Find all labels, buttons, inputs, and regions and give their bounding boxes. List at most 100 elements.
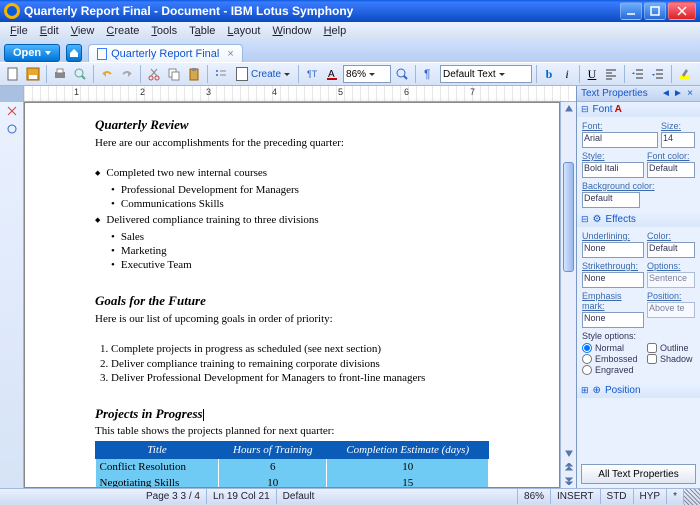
status-page[interactable]: Page 3 3 / 4 [140, 489, 207, 504]
maximize-button[interactable] [644, 2, 666, 20]
bg-color-select[interactable]: Default [582, 192, 640, 208]
radio-normal[interactable] [582, 343, 592, 353]
cut-button[interactable] [145, 65, 163, 83]
panel-next-icon[interactable]: ► [672, 88, 684, 100]
open-home-button[interactable] [66, 44, 82, 62]
left-gutter [0, 102, 24, 488]
underline-color-select[interactable]: Default [647, 242, 695, 258]
table-header: Completion Estimate (days) [327, 441, 489, 458]
prev-page-button[interactable] [561, 460, 576, 474]
bold-button[interactable]: b [541, 66, 557, 82]
list-item: Marketing [111, 244, 489, 258]
redo-button[interactable] [118, 65, 136, 83]
heading-quarterly-review: Quarterly Review [95, 117, 489, 134]
panel-prev-icon[interactable]: ◄ [660, 88, 672, 100]
size-label: Size: [661, 121, 695, 131]
print-button[interactable] [51, 65, 69, 83]
page-content[interactable]: Quarterly Review Here are our accomplish… [25, 103, 559, 488]
emphasis-pos-select[interactable]: Above te [647, 302, 695, 318]
underline-select[interactable]: None [582, 242, 644, 258]
close-button[interactable] [668, 2, 696, 20]
panel-close-icon[interactable]: × [684, 88, 696, 100]
document-tab[interactable]: Quarterly Report Final × [88, 44, 243, 62]
heading-goals: Goals for the Future [95, 293, 489, 310]
style-select[interactable]: Bold Itali [582, 162, 644, 178]
check-outline[interactable] [647, 343, 657, 353]
check-shadow[interactable] [647, 354, 657, 364]
intro-text: This table shows the projects planned fo… [95, 424, 489, 438]
section-font[interactable]: Font [577, 102, 700, 117]
status-style[interactable]: Default [277, 489, 518, 504]
strike-label: Strikethrough: [582, 261, 644, 271]
size-select[interactable]: 14 [661, 132, 695, 148]
open-button[interactable]: Open [4, 44, 60, 62]
tab-close-icon[interactable]: × [227, 48, 233, 60]
font-color-select[interactable]: Default [647, 162, 695, 178]
titlebar: Quarterly Report Final - Document - IBM … [0, 0, 700, 22]
status-hyp[interactable]: HYP [634, 489, 668, 504]
strike-options-select[interactable]: Sentence [647, 272, 695, 288]
list-item: Professional Development for Managers [111, 183, 489, 197]
paste-button[interactable] [185, 65, 203, 83]
projects-table: TitleHours of TrainingCompletion Estimat… [95, 441, 489, 488]
list-item: Completed two new internal courses [95, 166, 489, 180]
paragraph-button[interactable]: ¶ [420, 65, 438, 83]
gutter-close-icon[interactable] [5, 104, 19, 118]
zoom-fit-button[interactable] [393, 65, 411, 83]
indent-increase-button[interactable] [649, 65, 667, 83]
vertical-scrollbar[interactable] [560, 102, 576, 488]
create-dropdown[interactable]: Create [232, 65, 294, 83]
document-area[interactable]: Quarterly Review Here are our accomplish… [24, 102, 560, 488]
menu-file[interactable]: File [4, 25, 34, 37]
emphasis-label: Emphasis mark: [582, 291, 644, 311]
font-name-dropdown[interactable]: Default Text [440, 65, 532, 83]
scroll-up-button[interactable] [561, 102, 576, 116]
menu-window[interactable]: Window [266, 25, 317, 37]
scroll-thumb[interactable] [563, 162, 574, 272]
italic-button[interactable]: i [559, 66, 575, 82]
menu-view[interactable]: View [65, 25, 101, 37]
zoom-dropdown[interactable]: 86% [343, 65, 391, 83]
section-effects[interactable]: ⚙Effects [577, 212, 700, 227]
emphasis-select[interactable]: None [582, 312, 644, 328]
radio-embossed[interactable] [582, 354, 592, 364]
menu-help[interactable]: Help [318, 25, 353, 37]
indent-decrease-button[interactable] [629, 65, 647, 83]
menu-table[interactable]: Table [183, 25, 221, 37]
print-preview-button[interactable] [71, 65, 89, 83]
side-panel-title: Text Properties [581, 88, 660, 99]
undo-button[interactable] [98, 65, 116, 83]
align-left-button[interactable] [602, 65, 620, 83]
status-std[interactable]: STD [601, 489, 634, 504]
scroll-down-button[interactable] [561, 446, 576, 460]
status-zoom[interactable]: 86% [518, 489, 551, 504]
save-button[interactable] [24, 65, 42, 83]
minimize-button[interactable] [620, 2, 642, 20]
copy-button[interactable] [165, 65, 183, 83]
new-button[interactable] [4, 65, 22, 83]
table-header: Hours of Training [219, 441, 327, 458]
menu-edit[interactable]: Edit [34, 25, 65, 37]
intro-text: Here is our list of upcoming goals in or… [95, 312, 489, 326]
menu-tools[interactable]: Tools [145, 25, 183, 37]
resize-grip[interactable] [684, 489, 700, 505]
style-indicator[interactable]: ¶T [303, 65, 321, 83]
next-page-button[interactable] [561, 474, 576, 488]
status-insert[interactable]: INSERT [551, 489, 601, 504]
strike-select[interactable]: None [582, 272, 644, 288]
section-position[interactable]: ⊕Position [577, 383, 700, 398]
heading-projects: Projects in Progress [95, 406, 489, 423]
font-color-button[interactable]: A [323, 65, 341, 83]
list-item: Deliver Professional Development for Man… [111, 371, 489, 385]
menu-layout[interactable]: Layout [221, 25, 266, 37]
menu-create[interactable]: Create [100, 25, 145, 37]
underline-button[interactable]: U [584, 66, 600, 82]
font-select[interactable]: Arial [582, 132, 658, 148]
table-row: Negotiating Skills1015 [96, 475, 489, 488]
gutter-nav-icon[interactable] [5, 122, 19, 136]
bullets-button[interactable] [212, 65, 230, 83]
radio-engraved[interactable] [582, 365, 592, 375]
highlight-button[interactable] [676, 65, 694, 83]
all-text-properties-button[interactable]: All Text Properties [581, 464, 696, 484]
font-color-label: Font color: [647, 151, 695, 161]
